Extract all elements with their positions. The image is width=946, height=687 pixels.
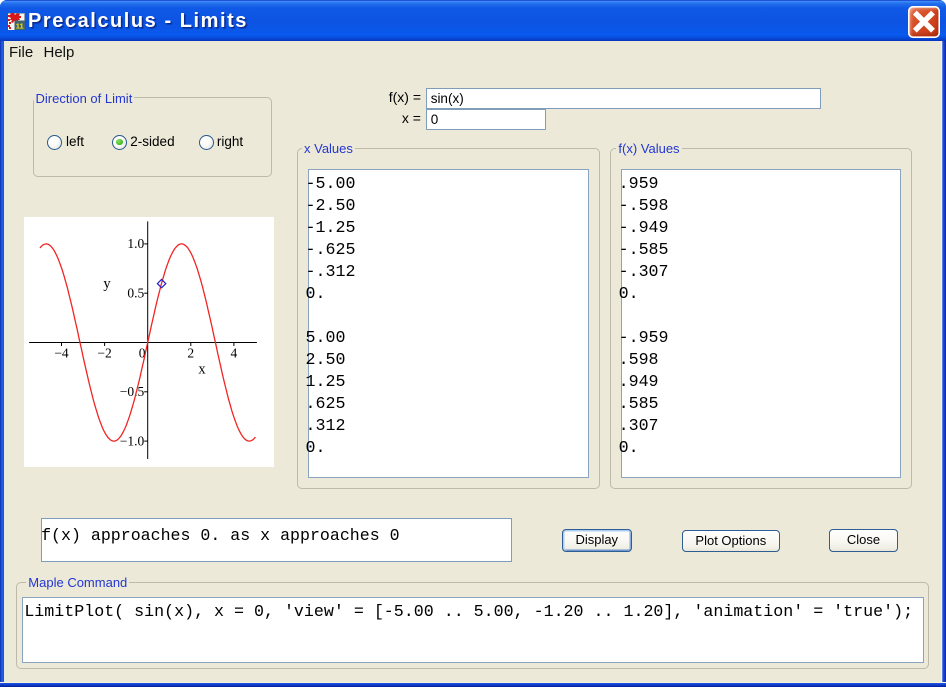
svg-text:1.0: 1.0 <box>127 236 144 251</box>
svg-text:2: 2 <box>187 346 194 361</box>
svg-text:11: 11 <box>16 21 24 30</box>
svg-text:0.5: 0.5 <box>127 285 144 300</box>
svg-text:−4: −4 <box>54 346 69 361</box>
svg-text:−1.0: −1.0 <box>120 433 145 448</box>
svg-text:x: x <box>198 361 206 377</box>
svg-text:y: y <box>103 276 111 292</box>
svg-text:−2: −2 <box>97 346 111 361</box>
svg-text:4: 4 <box>231 346 238 361</box>
svg-text:−0.5: −0.5 <box>120 384 145 399</box>
